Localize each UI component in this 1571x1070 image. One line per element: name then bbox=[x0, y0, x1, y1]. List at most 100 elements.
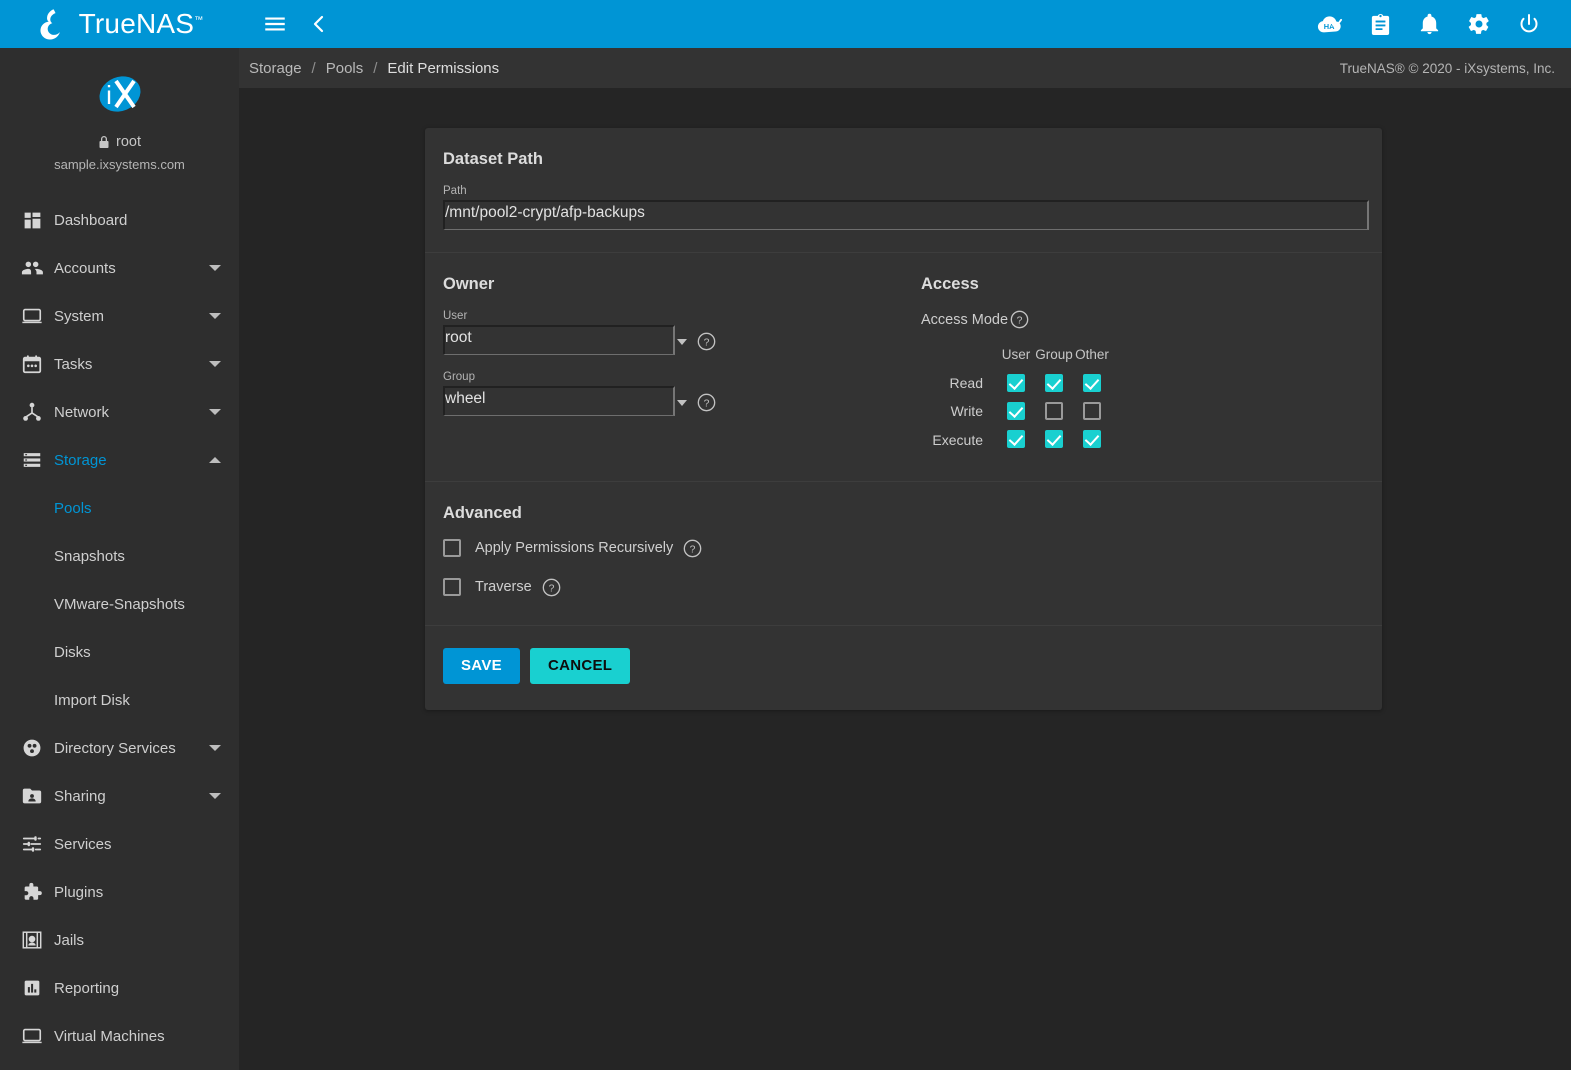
breadcrumb-item-storage[interactable]: Storage bbox=[249, 60, 302, 77]
group-select[interactable]: Group bbox=[443, 371, 675, 416]
path-field: Path bbox=[443, 185, 1364, 230]
access-column: Access Access Mode ? bbox=[903, 275, 1364, 459]
top-bar-right: HA bbox=[239, 0, 1571, 48]
sidebar-item-storage[interactable]: Storage bbox=[0, 436, 239, 484]
breadcrumb: Storage / Pools / Edit Permissions bbox=[249, 60, 499, 77]
sidebar-item-snapshots[interactable]: Snapshots bbox=[0, 532, 239, 580]
user-select-row: User ? bbox=[443, 310, 903, 355]
checkbox-execute-other[interactable] bbox=[1083, 430, 1101, 448]
help-circle-icon[interactable]: ? bbox=[697, 393, 716, 412]
ha-status-icon[interactable]: HA bbox=[1317, 14, 1343, 35]
breadcrumb-separator: / bbox=[373, 60, 377, 77]
sidebar-item-network[interactable]: Network bbox=[0, 388, 239, 436]
sidebar-item-accounts[interactable]: Accounts bbox=[0, 244, 239, 292]
path-input[interactable] bbox=[443, 200, 1369, 230]
chevron-up-icon[interactable] bbox=[209, 457, 221, 463]
checkbox-read-other[interactable] bbox=[1083, 374, 1101, 392]
checkbox-write-group[interactable] bbox=[1045, 402, 1063, 420]
user-input[interactable] bbox=[443, 325, 675, 355]
checkbox-apply-permissions-recursively[interactable] bbox=[443, 539, 461, 557]
sidebar-item-disks[interactable]: Disks bbox=[0, 628, 239, 676]
sidebar-item-label: Dashboard bbox=[54, 212, 221, 229]
services-sliders-icon bbox=[10, 833, 54, 855]
checkbox-read-user[interactable] bbox=[1007, 374, 1025, 392]
checkbox-traverse[interactable] bbox=[443, 578, 461, 596]
help-circle-icon[interactable]: ? bbox=[1010, 310, 1029, 329]
top-bar: TrueNAS™ HA bbox=[0, 0, 1571, 48]
sidebar-item-services[interactable]: Services bbox=[0, 820, 239, 868]
sidebar-item-reporting[interactable]: Reporting bbox=[0, 964, 239, 1012]
column-header-group: Group bbox=[1035, 347, 1073, 374]
sidebar-subitem-label: Import Disk bbox=[54, 692, 130, 709]
copyright-text: TrueNAS® © 2020 - iXsystems, Inc. bbox=[1340, 61, 1555, 76]
top-bar-actions: HA bbox=[1317, 12, 1557, 36]
notifications-bell-icon[interactable] bbox=[1418, 13, 1441, 36]
sidebar-hostname: sample.ixsystems.com bbox=[0, 157, 239, 172]
chevron-down-icon[interactable] bbox=[209, 793, 221, 799]
chevron-down-icon[interactable] bbox=[209, 265, 221, 271]
save-button[interactable]: SAVE bbox=[443, 648, 520, 684]
chevron-down-icon[interactable] bbox=[677, 339, 687, 345]
checkbox-execute-group[interactable] bbox=[1045, 430, 1063, 448]
path-field-label: Path bbox=[443, 185, 1364, 197]
column-header-other: Other bbox=[1073, 347, 1111, 374]
power-icon[interactable] bbox=[1517, 12, 1541, 36]
row-label-write: Write bbox=[921, 402, 997, 430]
sidebar-item-jails[interactable]: Jails bbox=[0, 916, 239, 964]
permissions-table: User Group Other Read bbox=[921, 347, 1111, 459]
sidebar-item-dashboard[interactable]: Dashboard bbox=[0, 196, 239, 244]
help-circle-icon[interactable]: ? bbox=[683, 539, 702, 558]
network-icon bbox=[10, 401, 54, 423]
form-actions: SAVE CANCEL bbox=[425, 626, 1382, 710]
sidebar-item-import-disk[interactable]: Import Disk bbox=[0, 676, 239, 724]
table-row: Write bbox=[921, 402, 1111, 430]
dashboard-icon bbox=[10, 210, 54, 231]
settings-gear-icon[interactable] bbox=[1467, 12, 1491, 36]
sidebar-item-plugins[interactable]: Plugins bbox=[0, 868, 239, 916]
chevron-left-icon[interactable] bbox=[305, 10, 333, 38]
sidebar: i root sample.ixsystems.com Dashboard bbox=[0, 48, 239, 1070]
chevron-down-icon[interactable] bbox=[677, 400, 687, 406]
svg-text:HA: HA bbox=[1324, 22, 1335, 31]
cancel-button[interactable]: CANCEL bbox=[530, 648, 630, 684]
sidebar-item-sharing[interactable]: Sharing bbox=[0, 772, 239, 820]
user-select[interactable]: User bbox=[443, 310, 675, 355]
hamburger-menu-icon[interactable] bbox=[261, 10, 289, 38]
sidebar-item-directory-services[interactable]: Directory Services bbox=[0, 724, 239, 772]
chevron-down-icon[interactable] bbox=[209, 361, 221, 367]
breadcrumb-item-pools[interactable]: Pools bbox=[326, 60, 364, 77]
sidebar-item-label: System bbox=[54, 308, 209, 325]
sidebar-item-system[interactable]: System bbox=[0, 292, 239, 340]
svg-text:?: ? bbox=[1017, 316, 1023, 327]
sidebar-item-vmware-snapshots[interactable]: VMware-Snapshots bbox=[0, 580, 239, 628]
help-circle-icon[interactable]: ? bbox=[542, 578, 561, 597]
sidebar-item-pools[interactable]: Pools bbox=[0, 484, 239, 532]
system-monitor-icon bbox=[10, 305, 54, 327]
access-mode-label: Access Mode bbox=[921, 312, 1008, 328]
checkbox-execute-user[interactable] bbox=[1007, 430, 1025, 448]
checkbox-read-group[interactable] bbox=[1045, 374, 1063, 392]
app-body: i root sample.ixsystems.com Dashboard bbox=[0, 48, 1571, 1070]
apply-recursively-label: Apply Permissions Recursively bbox=[475, 540, 673, 556]
sidebar-item-label: Jails bbox=[54, 932, 221, 949]
sidebar-item-tasks[interactable]: Tasks bbox=[0, 340, 239, 388]
content-area: Storage / Pools / Edit Permissions TrueN… bbox=[239, 48, 1571, 1070]
task-manager-icon[interactable] bbox=[1369, 13, 1392, 36]
help-circle-icon[interactable]: ? bbox=[697, 332, 716, 351]
lock-icon bbox=[98, 135, 110, 149]
checkbox-write-user[interactable] bbox=[1007, 402, 1025, 420]
group-input[interactable] bbox=[443, 386, 675, 416]
traverse-label: Traverse bbox=[475, 579, 532, 595]
brand-logo-area[interactable]: TrueNAS™ bbox=[0, 0, 239, 48]
brand-name-text: TrueNAS bbox=[79, 8, 195, 39]
dataset-path-title: Dataset Path bbox=[443, 150, 1364, 169]
sidebar-item-virtual-machines[interactable]: Virtual Machines bbox=[0, 1012, 239, 1060]
access-title: Access bbox=[921, 275, 1364, 294]
checkbox-write-other[interactable] bbox=[1083, 402, 1101, 420]
chevron-down-icon[interactable] bbox=[209, 409, 221, 415]
permissions-header-row: User Group Other bbox=[921, 347, 1111, 374]
chevron-down-icon[interactable] bbox=[209, 745, 221, 751]
chevron-down-icon[interactable] bbox=[209, 313, 221, 319]
owner-access-section: Owner User ? bbox=[425, 253, 1382, 482]
tasks-calendar-icon bbox=[10, 353, 54, 375]
